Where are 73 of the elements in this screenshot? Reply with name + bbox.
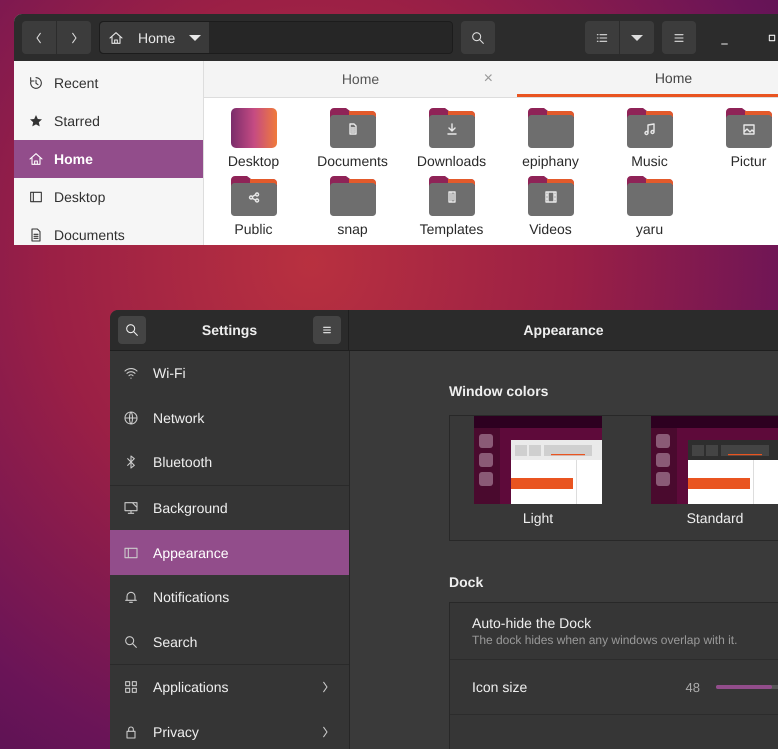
starred-icon	[28, 113, 44, 129]
folder-icon[interactable]	[328, 174, 376, 218]
sidebar-item[interactable]: Search	[110, 620, 349, 664]
recent-icon	[28, 75, 44, 91]
sidebar-item[interactable]: Bluetooth	[110, 440, 349, 485]
search-button[interactable]	[461, 21, 495, 54]
applications-icon	[123, 679, 139, 696]
background-icon	[123, 500, 139, 516]
folder-icon[interactable]	[626, 106, 674, 150]
sidebar-item[interactable]: Network	[110, 396, 349, 440]
folder-icon[interactable]	[526, 106, 574, 150]
desktop-icon	[28, 189, 44, 205]
file-name: Templates	[420, 220, 484, 238]
sidebar-item[interactable]: Background	[110, 486, 349, 530]
file-name: Music	[631, 152, 668, 170]
file-name: Pictur	[730, 152, 766, 170]
theme-option[interactable]: Light	[474, 416, 602, 540]
sidebar-item[interactable]: Applications	[110, 665, 349, 710]
view-options-button[interactable]	[620, 21, 654, 54]
theme-option[interactable]: Standard	[651, 416, 778, 540]
file-name: snap	[337, 220, 368, 238]
folder-icon[interactable]	[428, 106, 476, 150]
caret-icon	[631, 34, 643, 40]
search-icon	[470, 30, 486, 46]
file-name: Videos	[529, 220, 572, 238]
page-title: Appearance	[523, 322, 604, 338]
path-bar[interactable]: Home	[99, 21, 453, 54]
minimize-icon	[720, 42, 728, 44]
file-name: Downloads	[416, 152, 486, 170]
tab[interactable]: Home ×	[204, 61, 517, 97]
sidebar-item[interactable]: Appearance	[110, 530, 349, 575]
folder-icon[interactable]	[230, 174, 278, 218]
sidebar-item[interactable]: Wi-Fi	[110, 351, 349, 396]
setting-label: Auto-hide the Dock	[472, 615, 592, 631]
folder-icon[interactable]	[328, 106, 376, 150]
setting-label: Icon size	[472, 679, 528, 695]
caret-icon	[189, 34, 202, 40]
file-name: yaru	[636, 220, 664, 238]
icon-size-slider[interactable]	[716, 685, 772, 689]
sidebar-item[interactable]: Starred	[14, 102, 203, 140]
setting-description: The dock hides when any windows overlap with it.	[472, 633, 738, 647]
search-icon	[124, 322, 140, 338]
folder-icon[interactable]	[724, 106, 772, 150]
tab[interactable]: Home	[517, 61, 778, 97]
search-icon	[123, 634, 139, 650]
sidebar-item[interactable]: Desktop	[14, 178, 203, 216]
file-name: Documents	[317, 152, 388, 170]
sidebar-item[interactable]: Home	[14, 140, 203, 178]
window-title: Settings	[202, 322, 258, 338]
file-name: Desktop	[228, 152, 280, 170]
sidebar-item[interactable]: Recent	[14, 64, 203, 102]
desktop-folder-icon[interactable]	[230, 106, 278, 150]
folder-icon[interactable]	[626, 174, 674, 218]
folder-icon[interactable]	[526, 174, 574, 218]
menu-button[interactable]	[312, 316, 341, 344]
search-button[interactable]	[118, 316, 146, 344]
slider-value: 48	[686, 680, 700, 694]
wifi-icon	[123, 365, 139, 382]
section-heading: Window colors	[449, 383, 550, 399]
folder-icon[interactable]	[428, 174, 476, 218]
path-button[interactable]: Home	[100, 22, 210, 53]
file-name: epiphany	[522, 152, 579, 170]
notifications-icon	[123, 589, 139, 606]
list-view-button[interactable]	[585, 21, 619, 54]
sidebar-item[interactable]: Privacy	[110, 710, 349, 749]
home-icon	[28, 151, 44, 167]
network-icon	[123, 410, 139, 426]
sidebar-item[interactable]: Notifications	[110, 574, 349, 620]
home-icon	[108, 30, 124, 46]
sidebar-item[interactable]: Documents	[14, 216, 203, 245]
file-name: Public	[234, 220, 273, 238]
section-heading: Dock	[449, 574, 484, 590]
menu-button[interactable]	[662, 21, 696, 54]
